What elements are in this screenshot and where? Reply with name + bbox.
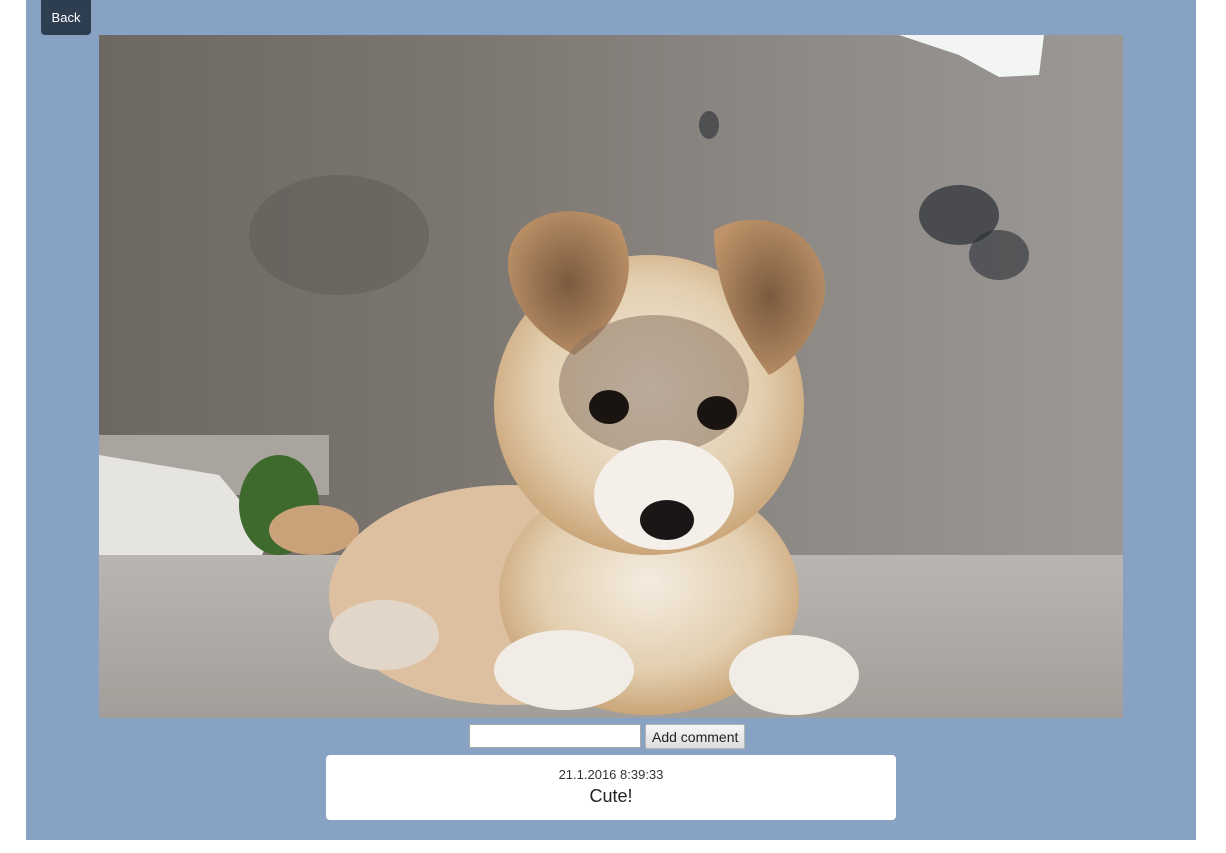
- puppy-right-eye: [697, 396, 737, 430]
- puppy-photo: [99, 35, 1123, 718]
- comment-card: 21.1.2016 8:39:33 Cute!: [326, 755, 896, 820]
- puppy-left-paw: [494, 630, 634, 710]
- puppy-tail: [269, 505, 359, 555]
- comment-form: Add comment: [469, 724, 746, 750]
- puppy-right-paw: [729, 635, 859, 715]
- comment-text: Cute!: [589, 786, 633, 806]
- puppy-back-leg: [329, 600, 439, 670]
- back-button[interactable]: Back: [41, 0, 91, 35]
- puppy-left-eye: [589, 390, 629, 424]
- puppy-face-mask: [559, 315, 749, 455]
- add-comment-button[interactable]: Add comment: [645, 724, 746, 749]
- comment-timestamp: 21.1.2016 8:39:33: [558, 767, 664, 782]
- comment-input[interactable]: [469, 724, 641, 748]
- puppy-nose: [640, 500, 694, 540]
